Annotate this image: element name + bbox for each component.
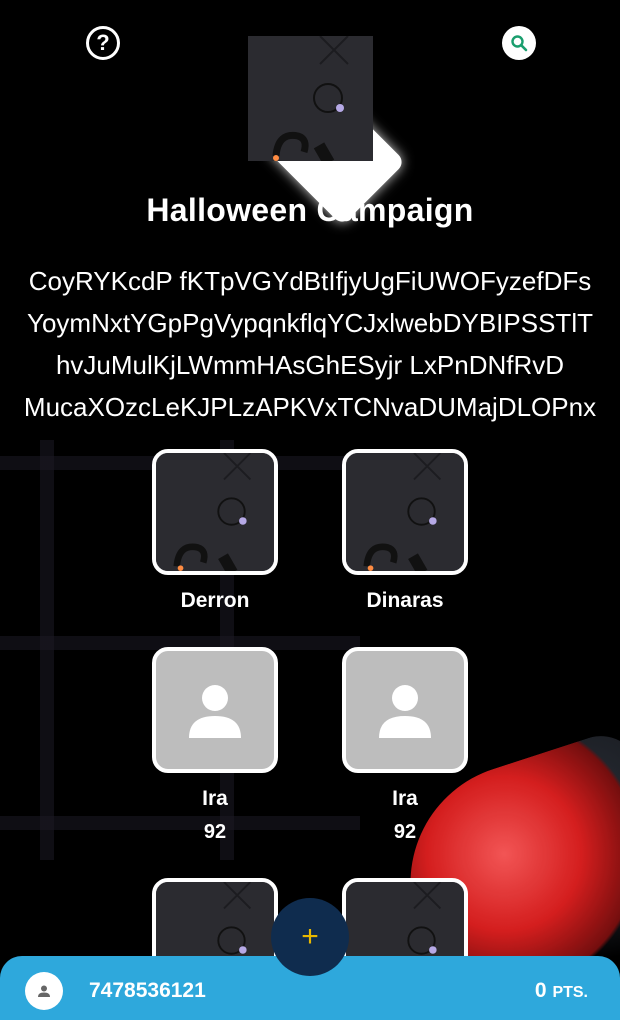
- campaign-description: CoyRYKcdP fKTpVGYdBtIfjyUgFiUWOFyzefDFs …: [0, 260, 620, 428]
- pattern-illustration: [156, 453, 274, 571]
- search-button[interactable]: [502, 26, 536, 60]
- participant-card[interactable]: Dinaras: [342, 449, 468, 613]
- participant-name: Derron: [180, 589, 250, 612]
- points-unit: PTS.: [552, 984, 588, 1001]
- campaign-image: [248, 36, 373, 161]
- participant-image: [342, 449, 468, 575]
- points-display: 0 PTS.: [535, 979, 588, 1003]
- person-icon: [38, 985, 50, 997]
- help-button[interactable]: ?: [86, 26, 120, 60]
- participant-card[interactable]: Ira 92: [152, 647, 278, 844]
- user-avatar[interactable]: [25, 972, 63, 1010]
- participant-card[interactable]: Derron: [152, 449, 278, 613]
- description-line: MucaXOzcLeKJPLzAPKVxTCNvaDUMajDLOPnx: [23, 392, 597, 422]
- participant-name: Ira: [202, 787, 228, 810]
- participant-image: [152, 647, 278, 773]
- description-line: hvJuMulKjLWmmHAsGhESyjr LxPnDNfRvD: [55, 350, 565, 380]
- page-title: Halloween Campaign: [146, 192, 474, 228]
- participant-score: 92: [203, 821, 227, 843]
- pattern-illustration: [346, 453, 464, 571]
- participant-image: [342, 647, 468, 773]
- pattern-illustration: [248, 36, 373, 161]
- participant-image: [152, 449, 278, 575]
- plus-icon: +: [301, 920, 319, 953]
- participant-score: 92: [393, 821, 417, 843]
- description-line: CoyRYKcdP fKTpVGYdBtIfjyUgFiUWOFyzefDFs: [28, 266, 592, 296]
- participant-name: Ira: [392, 787, 418, 810]
- search-icon: [511, 35, 528, 52]
- person-icon: [379, 685, 431, 738]
- description-line: YoymNxtYGpPgVypqnkflqYCJxlwebDYBIPSSTlT: [27, 308, 593, 338]
- participant-card[interactable]: Ira 92: [342, 647, 468, 844]
- person-icon: [189, 685, 241, 738]
- points-value: 0: [534, 979, 547, 1002]
- add-button[interactable]: +: [271, 898, 349, 976]
- question-circle-icon: ?: [96, 30, 110, 55]
- user-phone: 7478536121: [89, 979, 206, 1002]
- participant-name: Dinaras: [366, 589, 444, 612]
